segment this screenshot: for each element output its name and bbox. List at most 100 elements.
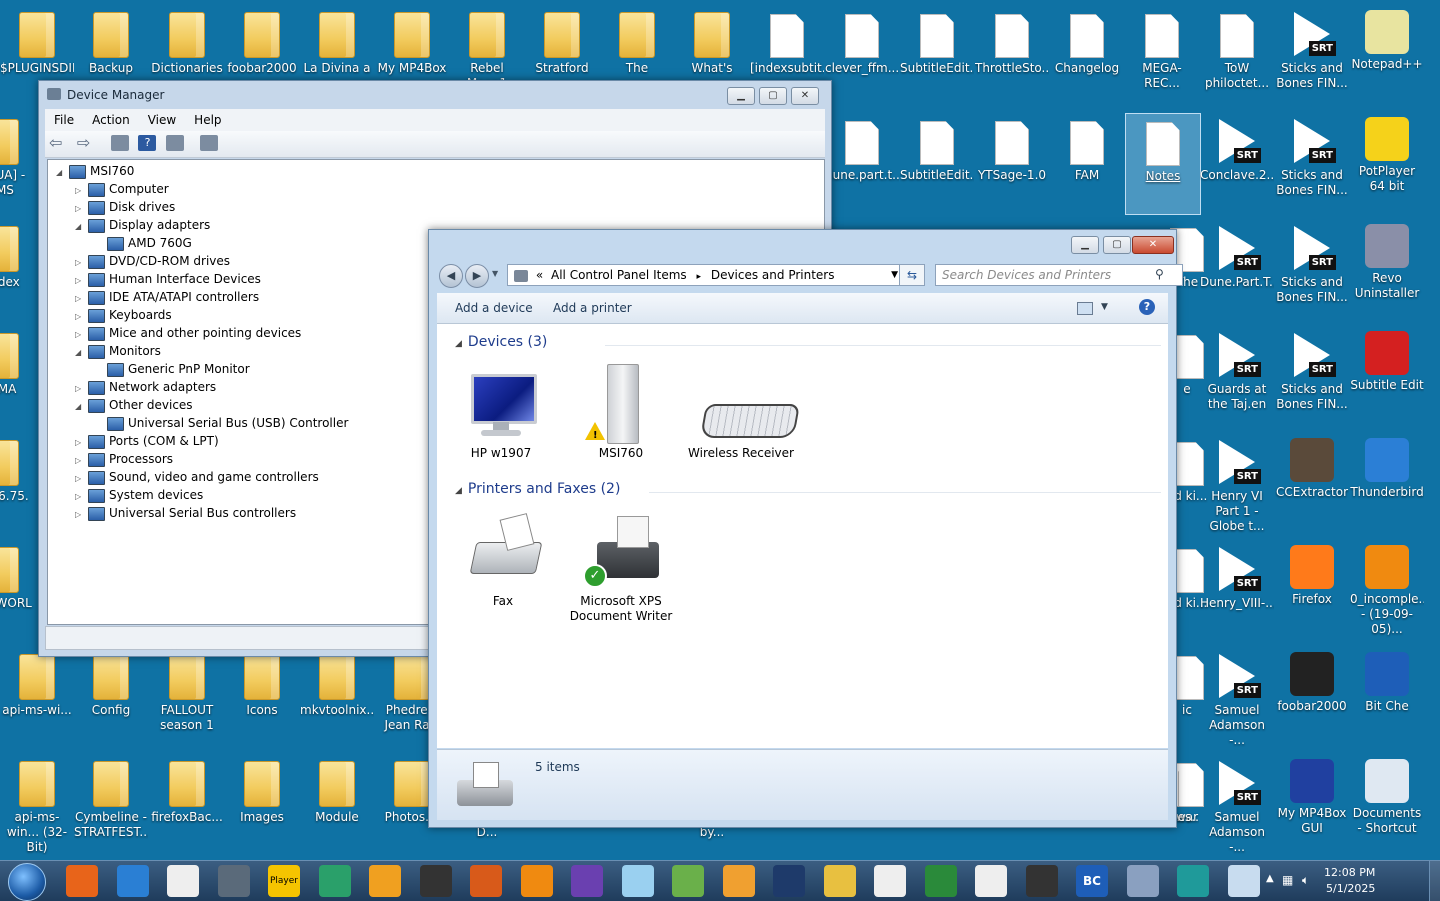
tree-node[interactable]: ▷ IDE ATA/ATAPI controllers bbox=[75, 288, 259, 306]
change-view-icon[interactable] bbox=[1077, 302, 1093, 315]
desktop-icon[interactable]: MEGA-REC... bbox=[1125, 6, 1199, 106]
taskbar-cpu-z-icon[interactable] bbox=[571, 865, 603, 897]
tree-node[interactable]: ▷ Network adapters bbox=[75, 378, 216, 396]
desktop-icon[interactable]: dune.part.t... bbox=[825, 113, 899, 213]
clock-date[interactable]: 5/1/2025 bbox=[1326, 882, 1375, 895]
desktop-icon[interactable]: clever_ffm... bbox=[825, 6, 899, 106]
desktop-icon[interactable]: __MA bbox=[0, 327, 38, 427]
clock-time[interactable]: 12:08 PM bbox=[1324, 866, 1375, 879]
desktop-icon[interactable]: My MP4Box GUI bbox=[1275, 755, 1349, 855]
forward-button[interactable]: ▶ bbox=[465, 264, 489, 288]
maximize-button[interactable]: ▢ bbox=[759, 87, 787, 105]
desktop-icon[interactable]: Thunderbird bbox=[1350, 434, 1424, 534]
title-bar[interactable]: ▁ ▢ ✕ bbox=[429, 230, 1176, 258]
desktop-icon[interactable]: Subtitle Edit bbox=[1350, 327, 1424, 427]
tree-node[interactable]: Universal Serial Bus (USB) Controller bbox=[94, 414, 348, 432]
desktop-icon[interactable]: Revo Uninstaller bbox=[1350, 220, 1424, 320]
properties-icon[interactable] bbox=[166, 135, 185, 151]
close-button[interactable]: ✕ bbox=[1132, 236, 1174, 254]
devices-group-header[interactable]: ◢ Devices (3) bbox=[455, 334, 547, 350]
desktop-icon[interactable]: firefoxBac... bbox=[150, 755, 224, 855]
breadcrumb-overflow[interactable]: « bbox=[536, 268, 543, 282]
tree-node[interactable]: ▷ Ports (COM & LPT) bbox=[75, 432, 219, 450]
desktop-icon[interactable]: SRT Conclave.2... bbox=[1200, 113, 1274, 213]
desktop-icon[interactable]: 0_incomple... - (19-09-05)... bbox=[1350, 541, 1424, 641]
tree-node[interactable]: ◢ Display adapters bbox=[75, 216, 210, 234]
taskbar-document-icon[interactable] bbox=[975, 865, 1007, 897]
back-button[interactable]: ◀ bbox=[439, 264, 463, 288]
tree-node[interactable]: ◢ Monitors bbox=[75, 342, 161, 360]
desktop-icon[interactable]: PotPlayer 64 bit bbox=[1350, 113, 1424, 213]
taskbar-thunderbird-icon[interactable] bbox=[116, 865, 149, 897]
search-input[interactable]: Search Devices and Printers bbox=[935, 264, 1183, 286]
view-options-dropdown-icon[interactable]: ▼ bbox=[1101, 302, 1108, 312]
desktop-icon[interactable]: api-ms-win... (32-Bit) bbox=[0, 755, 74, 855]
show-desktop-button[interactable] bbox=[1429, 861, 1440, 901]
collapse-arrow-icon[interactable]: ◢ bbox=[75, 218, 85, 236]
collapse-arrow-icon[interactable]: ◢ bbox=[455, 339, 462, 349]
desktop-icon[interactable]: Changelog bbox=[1050, 6, 1124, 106]
tree-node[interactable]: ▷ Mice and other pointing devices bbox=[75, 324, 301, 342]
breadcrumb[interactable]: « All Control Panel Items ▸ Devices and … bbox=[507, 264, 905, 286]
expand-arrow-icon[interactable]: ▷ bbox=[75, 506, 85, 524]
desktop-icon[interactable]: Images bbox=[225, 755, 299, 855]
breadcrumb-devices-and-printers[interactable]: Devices and Printers bbox=[711, 268, 835, 282]
search-icon[interactable]: ⚲ bbox=[1155, 267, 1164, 281]
taskbar-audio-icon[interactable] bbox=[369, 865, 401, 897]
taskbar-grid-icon[interactable] bbox=[924, 865, 957, 897]
minimize-button[interactable]: ▁ bbox=[1071, 236, 1099, 254]
breadcrumb-separator[interactable]: ▸ bbox=[696, 272, 701, 282]
taskbar-speaker-icon[interactable] bbox=[1025, 865, 1058, 897]
help-icon[interactable]: ? bbox=[138, 135, 157, 151]
taskbar-vlc-icon[interactable] bbox=[520, 865, 553, 897]
tree-node[interactable]: AMD 760G bbox=[94, 234, 192, 252]
breadcrumb-all-control-panel-items[interactable]: All Control Panel Items bbox=[551, 268, 687, 282]
tree-node[interactable]: ▷ Keyboards bbox=[75, 306, 172, 324]
title-bar[interactable]: Device Manager ▁ ▢ ✕ bbox=[39, 81, 831, 109]
help-icon[interactable]: ? bbox=[1139, 299, 1155, 315]
desktop-icon[interactable]: ThrottleSto... bbox=[975, 6, 1049, 106]
collapse-arrow-icon[interactable]: ◢ bbox=[455, 486, 462, 496]
desktop-icon[interactable]: ToW philoctet... bbox=[1200, 6, 1274, 106]
desktop-icon[interactable]: Config bbox=[74, 648, 148, 748]
desktop-icon[interactable]: [index bbox=[0, 220, 38, 320]
collapse-arrow-icon[interactable]: ◢ bbox=[75, 398, 85, 416]
desktop-icon[interactable]: Module bbox=[300, 755, 374, 855]
recent-pages-chevron-icon[interactable]: ▼ bbox=[492, 269, 498, 278]
address-dropdown-icon[interactable]: ▼ bbox=[891, 265, 898, 285]
taskbar-control-panel-icon[interactable] bbox=[1227, 865, 1260, 897]
show-hidden-icons-icon[interactable]: ▲ bbox=[1266, 873, 1274, 884]
tree-node[interactable]: ▷ Universal Serial Bus controllers bbox=[75, 504, 296, 522]
refresh-icon[interactable]: ⇆ bbox=[899, 264, 925, 286]
desktop-icon[interactable]: SubtitleEdit... bbox=[900, 113, 974, 213]
network-icon[interactable]: ▦ bbox=[1282, 873, 1293, 887]
taskbar-potplayer-icon[interactable]: Player bbox=[268, 865, 300, 897]
desktop-icon[interactable]: api-ms-wi... bbox=[0, 648, 74, 748]
desktop-icon[interactable]: FAM bbox=[1050, 113, 1124, 213]
menu-help[interactable]: Help bbox=[185, 109, 230, 131]
taskbar-foobar2000-icon[interactable] bbox=[167, 865, 199, 897]
tree-node[interactable]: ▷ Computer bbox=[75, 180, 169, 198]
desktop-icon[interactable]: SRT Samuel Adamson -... bbox=[1200, 648, 1274, 748]
taskbar-bit-che-icon[interactable]: BC bbox=[1076, 865, 1108, 897]
tree-node[interactable]: ◢ Other devices bbox=[75, 396, 193, 414]
desktop-icon[interactable]: SRT Henry VI Part 1 - Globe t... bbox=[1200, 434, 1274, 534]
taskbar-app-icon[interactable] bbox=[318, 865, 351, 897]
add-printer-button[interactable]: Add a printer bbox=[553, 301, 632, 315]
menu-view[interactable]: View bbox=[139, 109, 185, 131]
tree-node[interactable]: ▷ Processors bbox=[75, 450, 173, 468]
tree-node[interactable]: Generic PnP Monitor bbox=[94, 360, 250, 378]
desktop-icon[interactable]: ALL WORL bbox=[0, 541, 38, 641]
desktop-icon[interactable]: Firefox bbox=[1275, 541, 1349, 641]
taskbar-pineapple-icon[interactable] bbox=[722, 865, 755, 897]
taskbar-folder-icon[interactable] bbox=[823, 865, 856, 897]
tree-node[interactable]: ▷ DVD/CD-ROM drives bbox=[75, 252, 230, 270]
desktop-icon[interactable]: SRT Henry_VIII-... bbox=[1200, 541, 1274, 641]
taskbar-app-icon[interactable] bbox=[1177, 865, 1209, 897]
tree-node[interactable]: ▷ Human Interface Devices bbox=[75, 270, 261, 288]
taskbar-notepad-plus-icon[interactable] bbox=[217, 865, 250, 897]
device-wireless-receiver[interactable]: Wireless Receiver bbox=[681, 364, 801, 461]
printers-group-header[interactable]: ◢ Printers and Faxes (2) bbox=[455, 481, 620, 497]
desktop-icon[interactable]: mkvtoolnix... bbox=[300, 648, 374, 748]
close-button[interactable]: ✕ bbox=[791, 87, 819, 105]
